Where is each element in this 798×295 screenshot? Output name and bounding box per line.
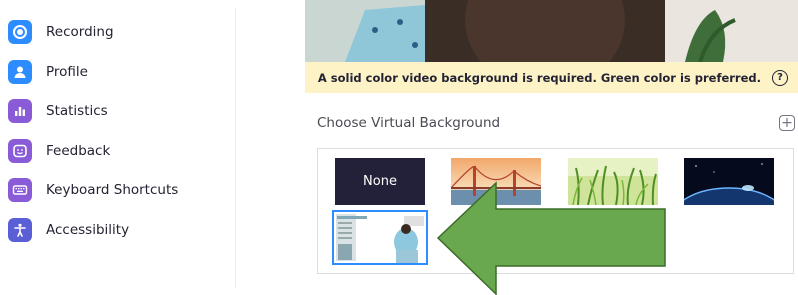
settings-sidebar: Recording Profile Statistics Feedback Ke… — [0, 0, 236, 295]
sidebar-divider — [235, 8, 236, 288]
profile-icon — [8, 60, 32, 84]
help-icon[interactable]: ? — [772, 69, 788, 86]
video-preview — [305, 0, 798, 62]
sidebar-item-feedback[interactable]: Feedback — [8, 137, 110, 165]
recording-icon — [8, 20, 32, 44]
add-background-button[interactable]: + — [779, 115, 795, 131]
virtual-background-heading: Choose Virtual Background — [317, 115, 501, 131]
accessibility-icon — [8, 218, 32, 242]
sidebar-item-label: Accessibility — [46, 222, 130, 238]
sidebar-item-keyboard-shortcuts[interactable]: Keyboard Shortcuts — [8, 176, 178, 204]
warning-text: A solid color video background is requir… — [317, 70, 761, 85]
sidebar-item-statistics[interactable]: Statistics — [8, 97, 108, 125]
solid-color-warning-banner: A solid color video background is requir… — [305, 62, 798, 93]
keyboard-icon — [8, 178, 32, 202]
feedback-icon — [8, 139, 32, 163]
sidebar-item-label: Statistics — [46, 103, 108, 119]
sidebar-item-label: Recording — [46, 24, 114, 40]
sidebar-item-recording[interactable]: Recording — [8, 18, 114, 46]
background-custom-image-thumbnail[interactable] — [332, 210, 428, 265]
statistics-icon — [8, 99, 32, 123]
sidebar-item-label: Keyboard Shortcuts — [46, 182, 179, 198]
background-earth-thumbnail[interactable] — [684, 158, 774, 205]
background-golden-gate-thumbnail[interactable] — [451, 158, 541, 205]
sidebar-item-accessibility[interactable]: Accessibility — [8, 216, 129, 244]
sidebar-item-label: Feedback — [46, 143, 111, 159]
sidebar-item-label: Profile — [46, 64, 88, 80]
background-none-thumbnail[interactable]: None — [335, 158, 425, 205]
background-none-label: None — [363, 174, 397, 189]
background-grass-thumbnail[interactable] — [568, 158, 658, 205]
sidebar-item-profile[interactable]: Profile — [8, 58, 88, 86]
